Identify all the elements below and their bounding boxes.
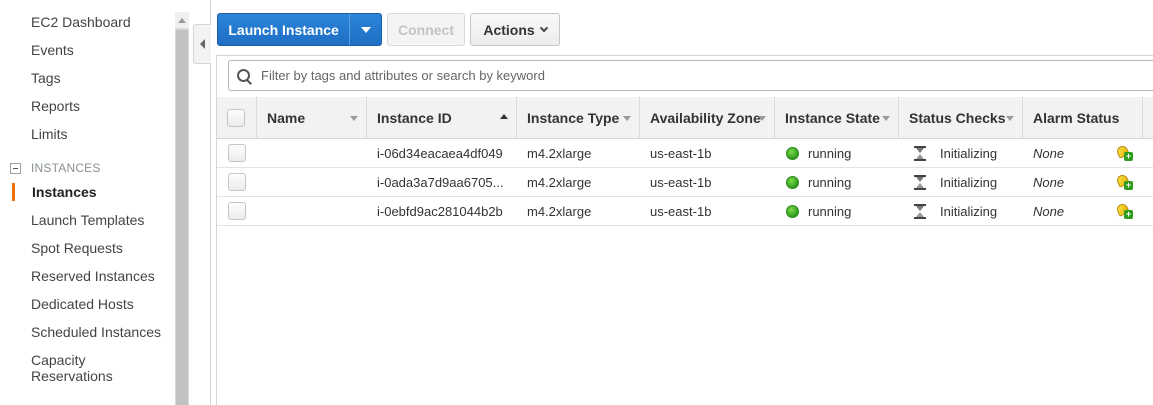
instance-id-cell[interactable]: i-0ebfd9ac281044b2b: [377, 197, 512, 226]
az-cell: us-east-1b: [650, 175, 712, 190]
instance-type-cell: m4.2xlarge: [527, 204, 592, 219]
sort-icon[interactable]: [882, 116, 890, 121]
status-checks-text: Initializing: [940, 204, 998, 219]
state-cell: running: [786, 139, 896, 168]
row-checkbox[interactable]: [228, 202, 246, 220]
table-header: Name Instance ID Instance Type Availabil…: [217, 97, 1153, 139]
name-cell[interactable]: [267, 168, 367, 197]
column-alarm-status[interactable]: Alarm Status: [1023, 97, 1143, 139]
actions-label: Actions: [483, 21, 535, 38]
sidebar: EC2 Dashboard Events Tags Reports Limits…: [0, 0, 175, 405]
sidebar-section-instances[interactable]: INSTANCES: [10, 161, 101, 175]
alarm-status-cell: None: [1033, 146, 1065, 161]
table-row[interactable]: i-0ada3a7d9aa6705... m4.2xlarge us-east-…: [217, 168, 1153, 197]
sidebar-section-label: INSTANCES: [31, 161, 101, 175]
az-cell: us-east-1b: [650, 146, 712, 161]
row-checkbox[interactable]: [228, 173, 246, 191]
status-running-icon: [786, 205, 799, 218]
state-text: running: [808, 175, 852, 190]
sort-icon[interactable]: [1006, 116, 1014, 121]
state-cell: running: [786, 168, 896, 197]
sort-icon[interactable]: [758, 116, 766, 121]
sidebar-item-scheduled-instances[interactable]: Scheduled Instances: [31, 324, 161, 340]
status-checks-text: Initializing: [940, 146, 998, 161]
search-icon: [237, 68, 251, 83]
alarm-add-icon[interactable]: +: [1115, 202, 1133, 219]
select-all-checkbox[interactable]: [227, 109, 245, 127]
instance-id-cell[interactable]: i-06d34eacaea4df049: [377, 139, 512, 168]
column-label: Name: [267, 110, 306, 126]
sidebar-item-reserved-instances[interactable]: Reserved Instances: [31, 268, 155, 284]
state-text: running: [808, 146, 852, 161]
column-instance-state[interactable]: Instance State: [775, 97, 899, 139]
column-status-checks[interactable]: Status Checks: [899, 97, 1023, 139]
collapse-icon[interactable]: [10, 162, 21, 174]
status-checks-cell: Initializing: [914, 168, 1019, 197]
instance-id-cell[interactable]: i-0ada3a7d9aa6705...: [377, 168, 512, 197]
search-input[interactable]: [259, 67, 1139, 84]
column-instance-type[interactable]: Instance Type: [517, 97, 640, 139]
sidebar-item-limits[interactable]: Limits: [31, 126, 68, 142]
actions-button[interactable]: Actions: [470, 13, 560, 46]
caret-down-icon[interactable]: [349, 14, 381, 45]
sidebar-item-instances[interactable]: Instances: [32, 184, 97, 200]
launch-instance-label[interactable]: Launch Instance: [218, 14, 349, 45]
sidebar-item-ec2-dashboard[interactable]: EC2 Dashboard: [31, 14, 131, 30]
sidebar-item-capacity-reservations[interactable]: Capacity Reservations: [31, 352, 151, 384]
sidebar-item-tags[interactable]: Tags: [31, 70, 61, 86]
select-all-cell: [217, 97, 257, 139]
instance-type-cell: m4.2xlarge: [527, 175, 592, 190]
column-name[interactable]: Name: [257, 97, 367, 139]
instance-type-cell: m4.2xlarge: [527, 146, 592, 161]
sidebar-item-events[interactable]: Events: [31, 42, 74, 58]
table-row[interactable]: i-0ebfd9ac281044b2b m4.2xlarge us-east-1…: [217, 197, 1153, 226]
connect-button[interactable]: Connect: [387, 13, 465, 46]
alarm-add-icon[interactable]: +: [1115, 173, 1133, 190]
column-label: Instance ID: [377, 110, 452, 126]
alarm-status-cell: None: [1033, 204, 1065, 219]
column-label: Status Checks: [909, 110, 1006, 126]
collapse-sidebar-icon[interactable]: [193, 24, 211, 64]
chevron-down-icon: [539, 23, 548, 32]
sidebar-item-launch-templates[interactable]: Launch Templates: [31, 212, 144, 228]
hourglass-icon: [914, 175, 926, 190]
column-label: Alarm Status: [1033, 110, 1120, 126]
sort-icon[interactable]: [500, 114, 508, 119]
table-row[interactable]: i-06d34eacaea4df049 m4.2xlarge us-east-1…: [217, 139, 1153, 168]
active-indicator: [12, 183, 15, 201]
row-checkbox[interactable]: [228, 144, 246, 162]
scroll-up-icon[interactable]: [175, 12, 189, 28]
launch-instance-button[interactable]: Launch Instance: [217, 13, 382, 46]
column-label: Instance State: [785, 110, 880, 126]
state-cell: running: [786, 197, 896, 226]
sort-icon[interactable]: [350, 116, 358, 121]
hourglass-icon: [914, 146, 926, 161]
alarm-status-cell: None: [1033, 175, 1065, 190]
column-label: Instance Type: [527, 110, 620, 126]
sidebar-item-spot-requests[interactable]: Spot Requests: [31, 240, 123, 256]
name-cell[interactable]: [267, 139, 367, 168]
state-text: running: [808, 204, 852, 219]
az-cell: us-east-1b: [650, 204, 712, 219]
name-cell[interactable]: [267, 197, 367, 226]
search-bar[interactable]: [228, 60, 1153, 91]
status-running-icon: [786, 176, 799, 189]
status-checks-text: Initializing: [940, 175, 998, 190]
sort-icon[interactable]: [623, 116, 631, 121]
status-checks-cell: Initializing: [914, 139, 1019, 168]
status-checks-cell: Initializing: [914, 197, 1019, 226]
status-running-icon: [786, 147, 799, 160]
column-instance-id[interactable]: Instance ID: [367, 97, 517, 139]
sidebar-scrollbar-thumb[interactable]: [176, 30, 188, 405]
column-availability-zone[interactable]: Availability Zone: [640, 97, 775, 139]
alarm-add-icon[interactable]: +: [1115, 144, 1133, 161]
hourglass-icon: [914, 204, 926, 219]
sidebar-item-dedicated-hosts[interactable]: Dedicated Hosts: [31, 296, 134, 312]
column-label: Availability Zone: [650, 110, 761, 126]
sidebar-item-reports[interactable]: Reports: [31, 98, 80, 114]
